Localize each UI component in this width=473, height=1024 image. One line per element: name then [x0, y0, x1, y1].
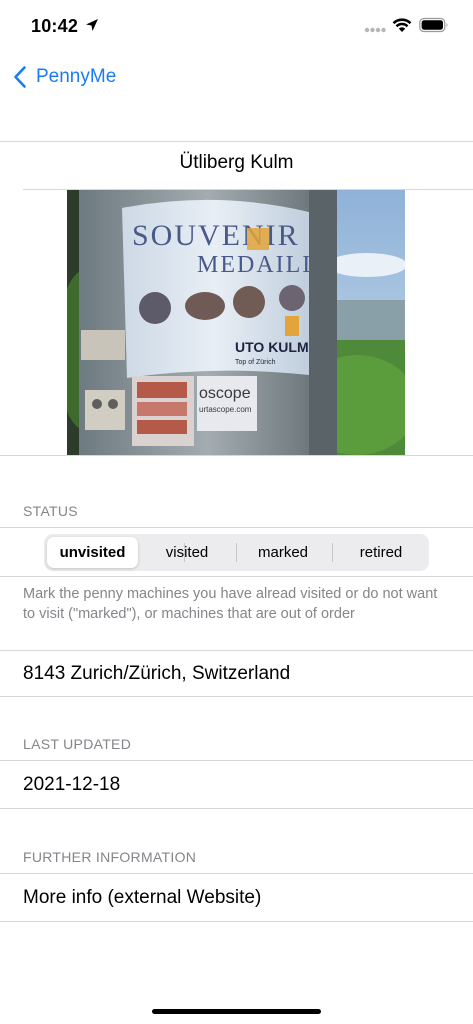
segment-visited[interactable]: visited: [139, 534, 235, 571]
divider: [0, 455, 473, 456]
status-bar: 10:42: [0, 0, 473, 50]
home-indicator[interactable]: [152, 1009, 321, 1014]
back-button[interactable]: PennyMe: [12, 60, 116, 94]
machine-photo-image: SOUVENIR MEDAILLE UTO KULM Top of Zürich…: [67, 190, 405, 455]
sign-sponsor: oscope: [199, 385, 251, 402]
divider: [0, 873, 473, 874]
wifi-icon: [392, 18, 412, 32]
segment-marked[interactable]: marked: [235, 534, 331, 571]
status-header: STATUS: [23, 503, 78, 519]
sign-brand: UTO KULM: [235, 339, 309, 355]
address-text: 8143 Zurich/Zürich, Switzerland: [23, 663, 291, 684]
external-website-link[interactable]: More info (external Website): [23, 887, 261, 909]
divider: [0, 760, 473, 761]
status-footnote: Mark the penny machines you have alread …: [23, 586, 438, 622]
divider: [0, 527, 473, 528]
machine-photo[interactable]: SOUVENIR MEDAILLE UTO KULM Top of Zürich…: [67, 190, 405, 455]
divider: [0, 696, 473, 697]
status-segmented-control[interactable]: unvisited visited marked retired: [44, 534, 429, 571]
battery-icon: [419, 17, 448, 33]
location-arrow-icon: [86, 19, 98, 31]
sign-sponsor-url: urtascope.com: [199, 405, 252, 414]
divider: [0, 576, 473, 577]
divider: [0, 921, 473, 922]
further-info-header: FURTHER INFORMATION: [23, 849, 197, 865]
machine-title: Ütliberg Kulm: [179, 152, 294, 173]
signal-dots-icon: [364, 27, 386, 33]
divider: [0, 650, 473, 651]
sign-text-1: SOUVENIR: [132, 219, 300, 252]
divider: [0, 808, 473, 809]
last-updated-value: 2021-12-18: [23, 774, 121, 795]
segment-unvisited[interactable]: unvisited: [47, 537, 138, 568]
back-label: PennyMe: [36, 66, 117, 87]
chevron-left-icon: [14, 66, 26, 88]
divider: [0, 141, 473, 142]
last-updated-header: LAST UPDATED: [23, 736, 132, 752]
segment-retired[interactable]: retired: [333, 534, 429, 571]
status-time: 10:42: [31, 16, 79, 36]
sign-brand-sub: Top of Zürich: [235, 359, 276, 366]
